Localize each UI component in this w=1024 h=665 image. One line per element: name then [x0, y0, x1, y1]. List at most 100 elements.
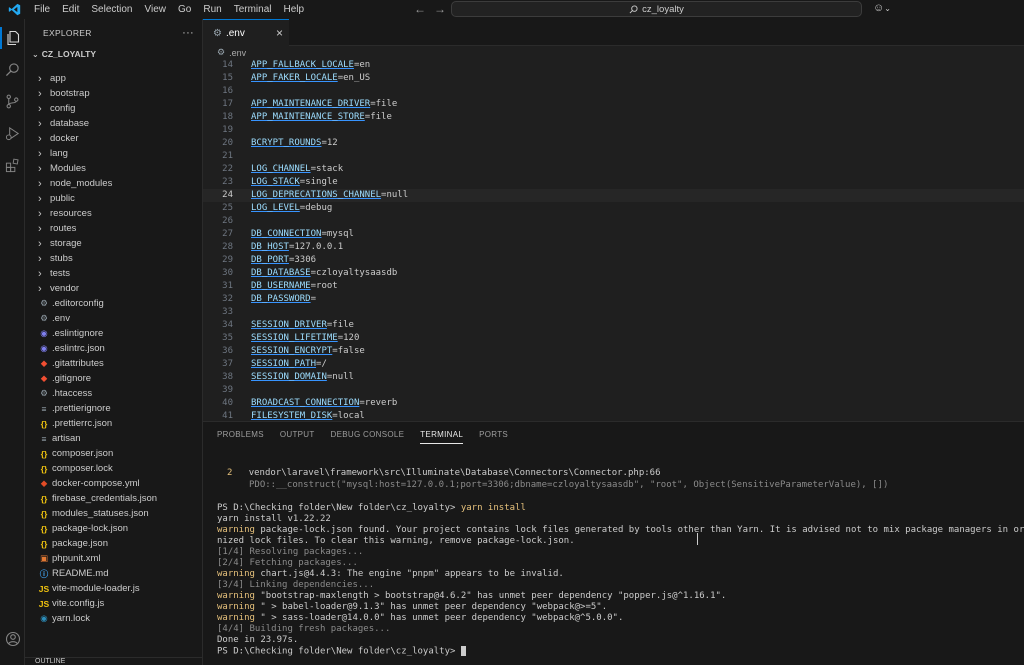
menu-run[interactable]: Run — [197, 0, 227, 19]
code-line[interactable]: 17 APP_MAINTENANCE_DRIVER=file — [203, 98, 1024, 111]
code-line[interactable]: 31 DB_USERNAME=root — [203, 280, 1024, 293]
tree-folder[interactable]: › storage — [25, 236, 202, 251]
explorer-icon[interactable] — [3, 28, 22, 47]
workspace-root[interactable]: ⌄ CZ_LOYALTY — [25, 46, 202, 62]
tree-file[interactable]: {} modules_statuses.json — [25, 506, 202, 521]
tab-env[interactable]: ⚙ .env × — [203, 19, 289, 46]
code-line[interactable]: 33 — [203, 306, 1024, 319]
menu-view[interactable]: View — [139, 0, 173, 19]
close-icon[interactable]: × — [276, 26, 283, 40]
terminal-cursor — [460, 646, 466, 656]
extensions-icon[interactable] — [3, 156, 22, 175]
tree-file[interactable]: {} firebase_credentials.json — [25, 491, 202, 506]
tree-folder[interactable]: › tests — [25, 266, 202, 281]
tree-file[interactable]: ≡ .prettierignore — [25, 401, 202, 416]
breadcrumb-file[interactable]: .env — [229, 48, 246, 58]
menu-terminal[interactable]: Terminal — [228, 0, 278, 19]
code-line[interactable]: 39 — [203, 384, 1024, 397]
tab-ports[interactable]: PORTS — [479, 422, 508, 448]
tree-file[interactable]: ◆ .gitattributes — [25, 356, 202, 371]
arrow-right-icon[interactable]: → — [434, 2, 446, 16]
copilot-button[interactable]: ☺⌄ — [873, 2, 891, 14]
tree-file[interactable]: JS vite.config.js — [25, 596, 202, 611]
tree-file[interactable]: ⚙ .editorconfig — [25, 296, 202, 311]
code-line[interactable]: 32 DB_PASSWORD= — [203, 293, 1024, 306]
command-center-search[interactable]: cz_loyalty — [451, 1, 862, 17]
menu-go[interactable]: Go — [172, 0, 197, 19]
tree-file[interactable]: ⓘ README.md — [25, 566, 202, 581]
tree-file[interactable]: ◆ docker-compose.yml — [25, 476, 202, 491]
tree-folder[interactable]: › docker — [25, 131, 202, 146]
tree-file[interactable]: ▣ phpunit.xml — [25, 551, 202, 566]
tree-folder[interactable]: › stubs — [25, 251, 202, 266]
code-line[interactable]: 21 — [203, 150, 1024, 163]
tree-folder[interactable]: › resources — [25, 206, 202, 221]
tree-file[interactable]: ◉ .eslintrc.json — [25, 341, 202, 356]
tree-file[interactable]: {} .prettierrc.json — [25, 416, 202, 431]
run-debug-icon[interactable] — [3, 124, 22, 143]
more-actions-icon[interactable]: ··· — [182, 27, 194, 39]
code-line[interactable]: 36 SESSION_ENCRYPT=false — [203, 345, 1024, 358]
code-line[interactable]: 35 SESSION_LIFETIME=120 — [203, 332, 1024, 345]
code-line[interactable]: 24 LOG_DEPRECATIONS_CHANNEL=null — [203, 189, 1024, 202]
code-line[interactable]: 15 APP_FAKER_LOCALE=en_US — [203, 72, 1024, 85]
tab-terminal[interactable]: TERMINAL — [420, 422, 463, 448]
code-editor[interactable]: 14 APP_FALLBACK_LOCALE=en 15 APP_FAKER_LOCA… — [203, 59, 1024, 421]
tree-file[interactable]: {} package.json — [25, 536, 202, 551]
code-line[interactable]: 26 — [203, 215, 1024, 228]
code-line[interactable]: 27 DB_CONNECTION=mysql — [203, 228, 1024, 241]
tree-folder[interactable]: › Modules — [25, 161, 202, 176]
tree-folder[interactable]: › routes — [25, 221, 202, 236]
menu-file[interactable]: File — [28, 0, 56, 19]
tab-debug-console[interactable]: DEBUG CONSOLE — [331, 422, 405, 448]
tree-item-label: stubs — [50, 253, 73, 264]
menu-help[interactable]: Help — [278, 0, 311, 19]
code-line[interactable]: 37 SESSION_PATH=/ — [203, 358, 1024, 371]
terminal[interactable]: 2 vendor\laravel\framework\src\Illuminat… — [203, 448, 1024, 665]
code-line[interactable]: 20 BCRYPT_ROUNDS=12 — [203, 137, 1024, 150]
search-icon[interactable] — [3, 60, 22, 79]
code-line[interactable]: 29 DB_PORT=3306 — [203, 254, 1024, 267]
code-line[interactable]: 22 LOG_CHANNEL=stack — [203, 163, 1024, 176]
tree-folder[interactable]: › lang — [25, 146, 202, 161]
tab-output[interactable]: OUTPUT — [280, 422, 315, 448]
code-line[interactable]: 34 SESSION_DRIVER=file — [203, 319, 1024, 332]
tree-folder[interactable]: › config — [25, 101, 202, 116]
tree-folder[interactable]: › public — [25, 191, 202, 206]
tree-folder[interactable]: › bootstrap — [25, 86, 202, 101]
tree-file[interactable]: {} composer.lock — [25, 461, 202, 476]
code-line[interactable]: 23 LOG_STACK=single — [203, 176, 1024, 189]
vscode-logo-icon[interactable] — [0, 0, 28, 19]
tab-problems[interactable]: PROBLEMS — [217, 422, 264, 448]
code-line[interactable]: 16 — [203, 85, 1024, 98]
menu-edit[interactable]: Edit — [56, 0, 85, 19]
code-line[interactable]: 18 APP_MAINTENANCE_STORE=file — [203, 111, 1024, 124]
code-line[interactable]: 40 BROADCAST_CONNECTION=reverb — [203, 397, 1024, 410]
code-line[interactable]: 19 — [203, 124, 1024, 137]
source-control-icon[interactable] — [3, 92, 22, 111]
tree-folder[interactable]: › app — [25, 71, 202, 86]
code-line[interactable]: 38 SESSION_DOMAIN=null — [203, 371, 1024, 384]
code-line[interactable]: 30 DB_DATABASE=czloyaltysaasdb — [203, 267, 1024, 280]
menu-selection[interactable]: Selection — [85, 0, 138, 19]
arrow-left-icon[interactable]: ← — [414, 2, 426, 16]
tree-file[interactable]: ⚙ .htaccess — [25, 386, 202, 401]
terminal-line: yarn install v1.22.22 — [217, 514, 331, 524]
code-line[interactable]: 25 LOG_LEVEL=debug — [203, 202, 1024, 215]
tree-file[interactable]: JS vite-module-loader.js — [25, 581, 202, 596]
tree-folder[interactable]: › vendor — [25, 281, 202, 296]
tree-file[interactable]: ◉ yarn.lock — [25, 611, 202, 626]
outline-section[interactable]: OUTLINE — [25, 657, 202, 665]
code-line[interactable]: 41 FILESYSTEM_DISK=local — [203, 410, 1024, 421]
tree-file[interactable]: ⚙ .env — [25, 311, 202, 326]
tree-file[interactable]: {} package-lock.json — [25, 521, 202, 536]
tree-folder[interactable]: › database — [25, 116, 202, 131]
tree-file[interactable]: ◆ .gitignore — [25, 371, 202, 386]
account-icon[interactable] — [3, 629, 22, 648]
tree-folder[interactable]: › node_modules — [25, 176, 202, 191]
code-line[interactable]: 14 APP_FALLBACK_LOCALE=en — [203, 59, 1024, 72]
code-line[interactable]: 28 DB_HOST=127.0.0.1 — [203, 241, 1024, 254]
tree-file[interactable]: ◉ .eslintignore — [25, 326, 202, 341]
tree-file[interactable]: ≡ artisan — [25, 431, 202, 446]
tree-file[interactable]: {} composer.json — [25, 446, 202, 461]
